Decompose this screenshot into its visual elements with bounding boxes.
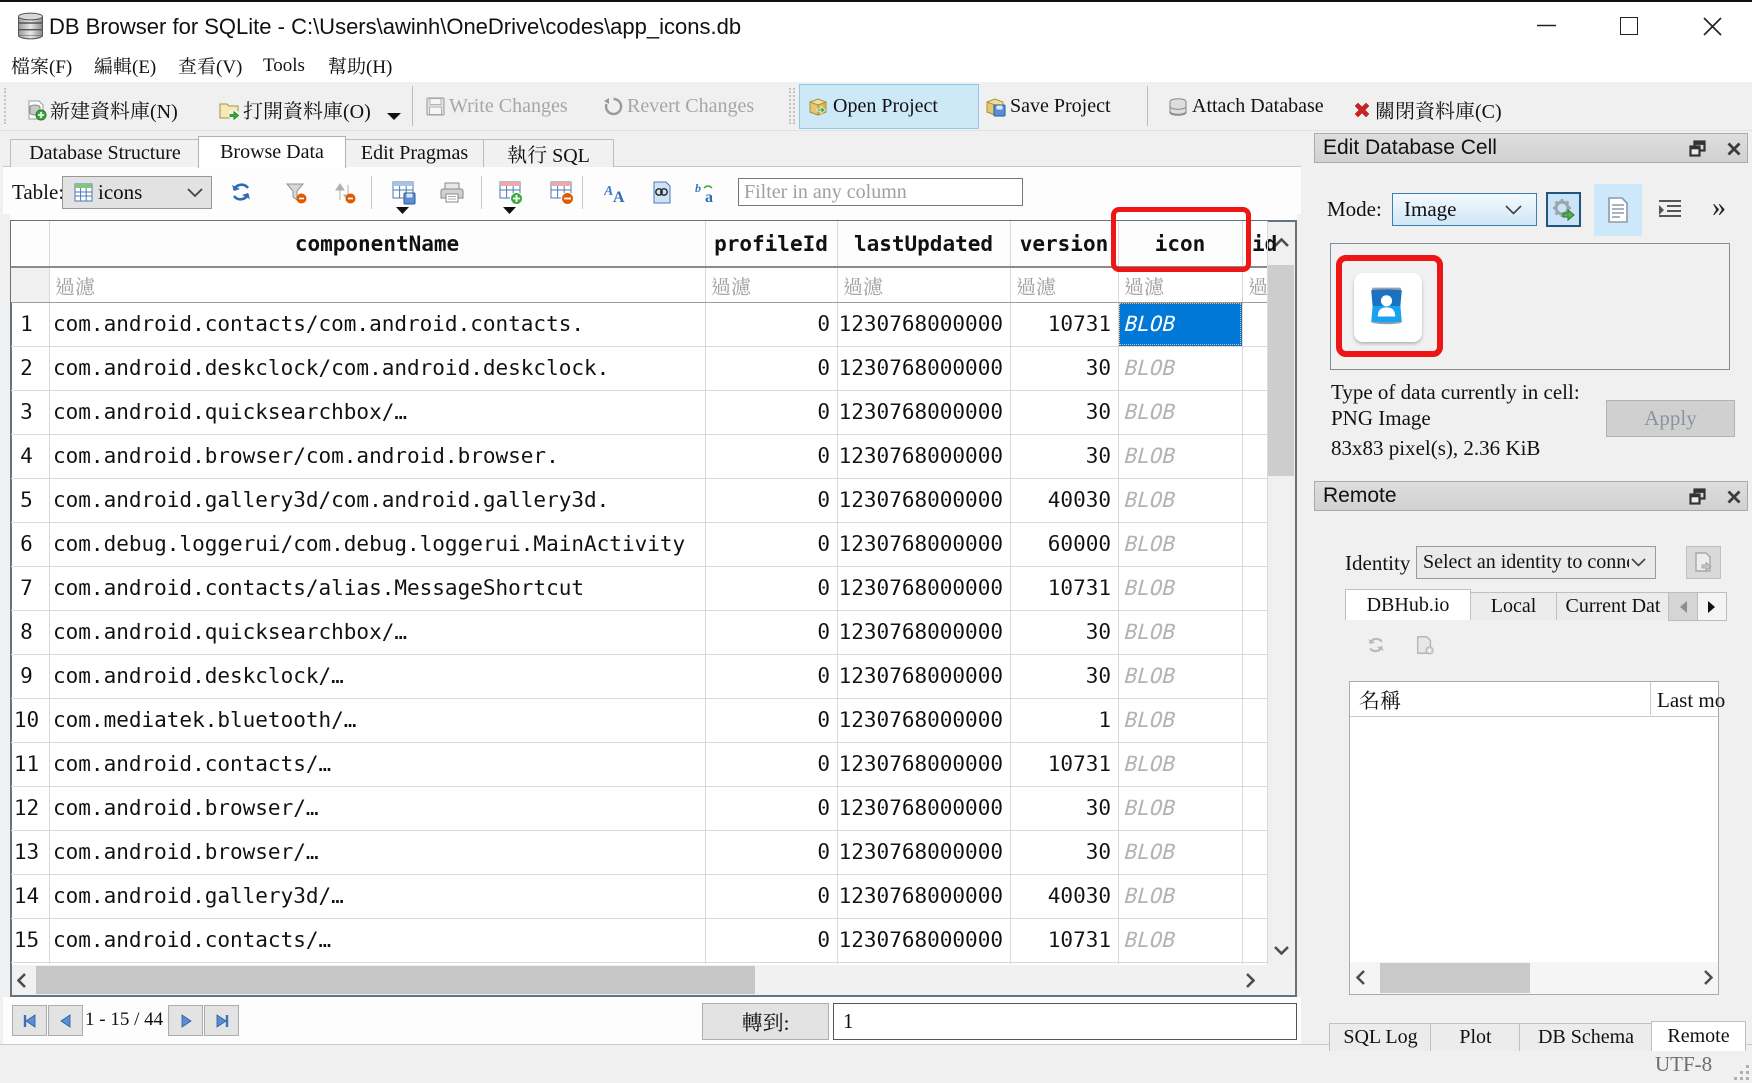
svg-text:A: A (613, 189, 625, 205)
svg-text:b: b (695, 181, 701, 195)
svg-text:A: A (604, 184, 613, 199)
svg-text:a: a (705, 189, 713, 205)
